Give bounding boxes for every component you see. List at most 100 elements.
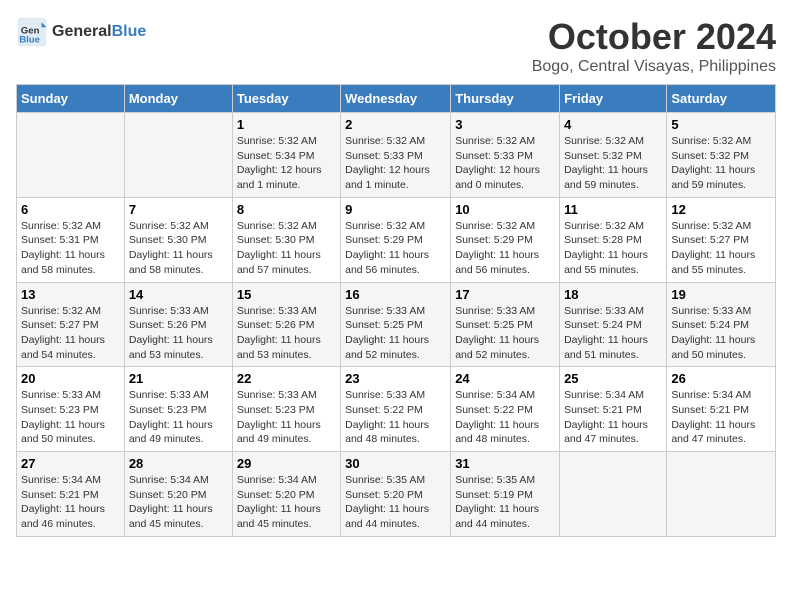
day-info: Sunrise: 5:34 AM Sunset: 5:21 PM Dayligh…	[671, 388, 771, 447]
calendar-week-2: 6 Sunrise: 5:32 AM Sunset: 5:31 PM Daylig…	[17, 197, 776, 282]
calendar-cell: 8 Sunrise: 5:32 AM Sunset: 5:30 PM Daylig…	[232, 197, 340, 282]
day-number: 9	[345, 202, 446, 217]
day-number: 12	[671, 202, 771, 217]
col-header-friday: Friday	[560, 85, 667, 113]
day-info: Sunrise: 5:35 AM Sunset: 5:20 PM Dayligh…	[345, 473, 446, 532]
day-number: 6	[21, 202, 120, 217]
day-number: 13	[21, 287, 120, 302]
calendar-cell	[124, 113, 232, 198]
calendar-cell: 2 Sunrise: 5:32 AM Sunset: 5:33 PM Daylig…	[341, 113, 451, 198]
calendar-week-5: 27Sunrise: 5:34 AM Sunset: 5:21 PM Dayli…	[17, 452, 776, 537]
day-number: 18	[564, 287, 662, 302]
day-number: 24	[455, 371, 555, 386]
day-info: Sunrise: 5:34 AM Sunset: 5:22 PM Dayligh…	[455, 388, 555, 447]
calendar-cell: 20Sunrise: 5:33 AM Sunset: 5:23 PM Dayli…	[17, 367, 125, 452]
calendar-table: SundayMondayTuesdayWednesdayThursdayFrid…	[16, 84, 776, 537]
day-info: Sunrise: 5:33 AM Sunset: 5:25 PM Dayligh…	[345, 304, 446, 363]
day-number: 16	[345, 287, 446, 302]
day-info: Sunrise: 5:32 AM Sunset: 5:30 PM Dayligh…	[237, 219, 336, 278]
day-info: Sunrise: 5:35 AM Sunset: 5:19 PM Dayligh…	[455, 473, 555, 532]
col-header-saturday: Saturday	[667, 85, 776, 113]
calendar-cell: 23 Sunrise: 5:33 AM Sunset: 5:22 PM Dayli…	[341, 367, 451, 452]
day-number: 17	[455, 287, 555, 302]
day-number: 28	[129, 456, 228, 471]
day-info: Sunrise: 5:33 AM Sunset: 5:23 PM Dayligh…	[129, 388, 228, 447]
calendar-cell: 9Sunrise: 5:32 AM Sunset: 5:29 PM Daylig…	[341, 197, 451, 282]
calendar-cell	[560, 452, 667, 537]
calendar-cell: 30 Sunrise: 5:35 AM Sunset: 5:20 PM Dayli…	[341, 452, 451, 537]
calendar-cell: 14 Sunrise: 5:33 AM Sunset: 5:26 PM Dayli…	[124, 282, 232, 367]
calendar-cell: 29 Sunrise: 5:34 AM Sunset: 5:20 PM Dayli…	[232, 452, 340, 537]
calendar-cell: 13 Sunrise: 5:32 AM Sunset: 5:27 PM Dayli…	[17, 282, 125, 367]
day-info: Sunrise: 5:34 AM Sunset: 5:21 PM Dayligh…	[564, 388, 662, 447]
svg-text:Blue: Blue	[19, 34, 40, 45]
day-info: Sunrise: 5:33 AM Sunset: 5:24 PM Dayligh…	[671, 304, 771, 363]
calendar-cell: 4Sunrise: 5:32 AM Sunset: 5:32 PM Daylig…	[560, 113, 667, 198]
day-number: 19	[671, 287, 771, 302]
day-number: 15	[237, 287, 336, 302]
calendar-cell: 31Sunrise: 5:35 AM Sunset: 5:19 PM Dayli…	[451, 452, 560, 537]
calendar-body: 1Sunrise: 5:32 AM Sunset: 5:34 PM Daylig…	[17, 113, 776, 537]
col-header-tuesday: Tuesday	[232, 85, 340, 113]
day-number: 14	[129, 287, 228, 302]
day-info: Sunrise: 5:33 AM Sunset: 5:25 PM Dayligh…	[455, 304, 555, 363]
day-info: Sunrise: 5:32 AM Sunset: 5:32 PM Dayligh…	[564, 134, 662, 193]
calendar-cell: 27Sunrise: 5:34 AM Sunset: 5:21 PM Dayli…	[17, 452, 125, 537]
day-number: 7	[129, 202, 228, 217]
calendar-week-1: 1Sunrise: 5:32 AM Sunset: 5:34 PM Daylig…	[17, 113, 776, 198]
day-number: 26	[671, 371, 771, 386]
day-number: 29	[237, 456, 336, 471]
day-number: 8	[237, 202, 336, 217]
day-info: Sunrise: 5:33 AM Sunset: 5:26 PM Dayligh…	[129, 304, 228, 363]
day-info: Sunrise: 5:32 AM Sunset: 5:31 PM Dayligh…	[21, 219, 120, 278]
page-header: Gen Blue GeneralBlue October 2024 Bogo, …	[16, 16, 776, 76]
day-info: Sunrise: 5:32 AM Sunset: 5:32 PM Dayligh…	[671, 134, 771, 193]
calendar-cell: 7 Sunrise: 5:32 AM Sunset: 5:30 PM Daylig…	[124, 197, 232, 282]
day-info: Sunrise: 5:32 AM Sunset: 5:33 PM Dayligh…	[455, 134, 555, 193]
day-info: Sunrise: 5:33 AM Sunset: 5:24 PM Dayligh…	[564, 304, 662, 363]
calendar-week-4: 20Sunrise: 5:33 AM Sunset: 5:23 PM Dayli…	[17, 367, 776, 452]
col-header-wednesday: Wednesday	[341, 85, 451, 113]
calendar-cell: 18 Sunrise: 5:33 AM Sunset: 5:24 PM Dayli…	[560, 282, 667, 367]
calendar-cell	[667, 452, 776, 537]
day-number: 10	[455, 202, 555, 217]
day-info: Sunrise: 5:32 AM Sunset: 5:28 PM Dayligh…	[564, 219, 662, 278]
calendar-cell: 3Sunrise: 5:32 AM Sunset: 5:33 PM Daylig…	[451, 113, 560, 198]
calendar-cell: 1Sunrise: 5:32 AM Sunset: 5:34 PM Daylig…	[232, 113, 340, 198]
day-info: Sunrise: 5:33 AM Sunset: 5:23 PM Dayligh…	[237, 388, 336, 447]
day-number: 1	[237, 117, 336, 132]
calendar-cell: 5Sunrise: 5:32 AM Sunset: 5:32 PM Daylig…	[667, 113, 776, 198]
calendar-cell: 6 Sunrise: 5:32 AM Sunset: 5:31 PM Daylig…	[17, 197, 125, 282]
calendar-cell: 15Sunrise: 5:33 AM Sunset: 5:26 PM Dayli…	[232, 282, 340, 367]
day-info: Sunrise: 5:34 AM Sunset: 5:20 PM Dayligh…	[237, 473, 336, 532]
day-number: 30	[345, 456, 446, 471]
logo: Gen Blue GeneralBlue	[16, 16, 146, 48]
calendar-cell: 24 Sunrise: 5:34 AM Sunset: 5:22 PM Dayli…	[451, 367, 560, 452]
day-info: Sunrise: 5:32 AM Sunset: 5:30 PM Dayligh…	[129, 219, 228, 278]
calendar-cell: 10 Sunrise: 5:32 AM Sunset: 5:29 PM Dayli…	[451, 197, 560, 282]
day-number: 25	[564, 371, 662, 386]
day-info: Sunrise: 5:33 AM Sunset: 5:23 PM Dayligh…	[21, 388, 120, 447]
title-block: October 2024 Bogo, Central Visayas, Phil…	[532, 16, 776, 76]
calendar-cell	[17, 113, 125, 198]
day-info: Sunrise: 5:34 AM Sunset: 5:21 PM Dayligh…	[21, 473, 120, 532]
day-number: 22	[237, 371, 336, 386]
calendar-cell: 28Sunrise: 5:34 AM Sunset: 5:20 PM Dayli…	[124, 452, 232, 537]
calendar-cell: 21 Sunrise: 5:33 AM Sunset: 5:23 PM Dayli…	[124, 367, 232, 452]
col-header-monday: Monday	[124, 85, 232, 113]
calendar-cell: 25 Sunrise: 5:34 AM Sunset: 5:21 PM Dayli…	[560, 367, 667, 452]
calendar-cell: 17 Sunrise: 5:33 AM Sunset: 5:25 PM Dayli…	[451, 282, 560, 367]
day-info: Sunrise: 5:32 AM Sunset: 5:33 PM Dayligh…	[345, 134, 446, 193]
day-number: 2	[345, 117, 446, 132]
day-number: 23	[345, 371, 446, 386]
day-number: 11	[564, 202, 662, 217]
calendar-week-3: 13 Sunrise: 5:32 AM Sunset: 5:27 PM Dayli…	[17, 282, 776, 367]
calendar-cell: 22 Sunrise: 5:33 AM Sunset: 5:23 PM Dayli…	[232, 367, 340, 452]
day-info: Sunrise: 5:32 AM Sunset: 5:27 PM Dayligh…	[21, 304, 120, 363]
day-number: 21	[129, 371, 228, 386]
day-info: Sunrise: 5:32 AM Sunset: 5:29 PM Dayligh…	[455, 219, 555, 278]
calendar-header-row: SundayMondayTuesdayWednesdayThursdayFrid…	[17, 85, 776, 113]
day-info: Sunrise: 5:33 AM Sunset: 5:22 PM Dayligh…	[345, 388, 446, 447]
calendar-cell: 26 Sunrise: 5:34 AM Sunset: 5:21 PM Dayli…	[667, 367, 776, 452]
logo-general: GeneralBlue	[52, 23, 146, 41]
